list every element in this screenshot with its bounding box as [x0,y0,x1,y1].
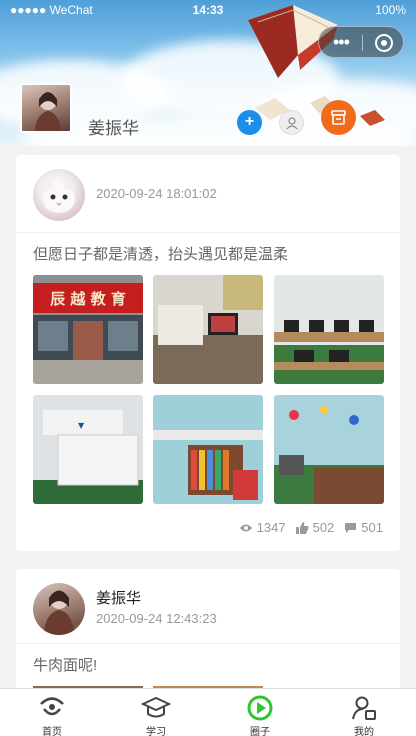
graduation-cap-icon [141,696,171,718]
post-text: 但愿日子都是清透，抬头遇见都是温柔 [33,246,289,263]
tab-me[interactable]: 我的 [312,689,416,736]
miniprogram-capsule: ••• [318,26,404,58]
profile-name: 姜振华 [88,119,139,138]
profile-header: ●●●●● WeChat 14:33 100% ••• 姜振华 + [0,0,416,146]
post-photo[interactable] [153,275,263,384]
thumbs-up-icon[interactable] [295,521,309,534]
play-circle-icon [247,695,273,721]
profile-avatar[interactable] [20,83,72,133]
status-time: 14:33 [192,3,224,17]
user-icon [286,117,298,130]
more-options-icon[interactable]: ••• [333,33,350,51]
post-photo[interactable] [274,395,384,504]
post-photo[interactable]: ▼ [33,395,143,504]
post-stats: 1347 502 501 [229,520,383,535]
shop-button[interactable] [321,100,356,135]
profile-icon [352,696,376,720]
tab-label: 学习 [146,727,166,736]
post-date: 2020-09-24 12:43:23 [96,611,217,626]
home-icon [40,697,64,716]
post-date: 2020-09-24 18:01:02 [96,186,217,201]
bottom-tab-bar: 首页 学习 圈子 我的 [0,688,416,736]
add-post-button[interactable]: + [237,110,262,135]
post-photo[interactable] [274,275,384,384]
post-author-avatar[interactable] [33,169,85,221]
storefront-sign-text: 辰 越 教 育 [50,290,126,308]
tab-home[interactable]: 首页 [0,689,104,736]
battery-label: 100% [375,3,406,17]
posts-feed[interactable]: 2020-09-24 18:01:02 但愿日子都是清透，抬头遇见都是温柔 辰 … [0,146,416,688]
tab-label: 我的 [354,727,374,736]
likes-count: 502 [312,520,335,535]
post-card[interactable]: 2020-09-24 18:01:02 但愿日子都是清透，抬头遇见都是温柔 辰 … [16,155,400,551]
small-books-illustration [255,96,385,126]
views-count: 1347 [256,520,286,535]
comment-icon[interactable] [344,522,357,534]
status-bar: ●●●●● WeChat 14:33 100% [0,0,416,20]
close-miniprogram-icon[interactable] [375,34,393,52]
post-photo[interactable]: 辰 越 教 育 [33,275,143,384]
shop-icon [331,110,346,125]
post-author-name[interactable]: 姜振华 [96,587,141,608]
post-card[interactable]: 姜振华 2020-09-24 12:43:23 牛肉面呢! [16,569,400,688]
tab-label: 圈子 [250,727,270,736]
tab-study[interactable]: 学习 [104,689,208,736]
comments-count: 501 [361,520,383,535]
svg-text:▼: ▼ [78,421,85,430]
post-photo[interactable] [153,395,263,504]
post-author-avatar[interactable] [33,583,85,635]
tab-circle[interactable]: 圈子 [208,689,312,736]
post-text: 牛肉面呢! [33,657,98,674]
tab-label: 首页 [42,727,62,736]
eye-icon [239,524,252,531]
user-button[interactable] [279,110,304,135]
